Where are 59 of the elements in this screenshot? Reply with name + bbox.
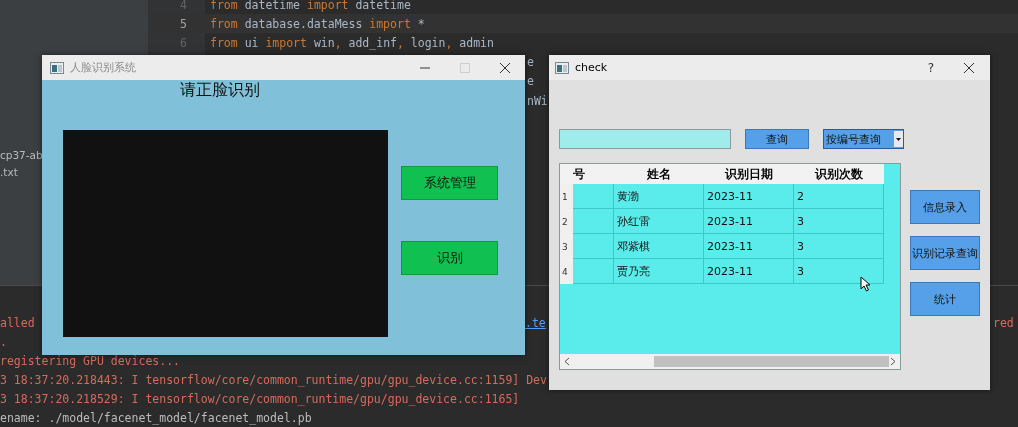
row-number: 3	[560, 234, 573, 259]
mouse-cursor-icon	[860, 276, 871, 292]
console-error-text: registering GPU devices...	[0, 353, 180, 368]
row-number: 2	[560, 209, 573, 234]
table-cell: 贾乃亮	[614, 259, 704, 284]
table-cell: 邓紫棋	[614, 234, 704, 259]
project-file-item[interactable]: cp37-ab	[0, 147, 43, 164]
console-error-text: 3 18:37:20.218443: I tensorflow/core/common_runtime/gpu/gpu_device.cc:1159] Dev	[0, 372, 547, 387]
console-error-text: alled	[0, 315, 35, 330]
window-title: check	[575, 61, 608, 74]
project-file-item[interactable]: .txt	[0, 164, 18, 181]
action-button[interactable]: 系统管理	[401, 166, 498, 200]
filter-dropdown[interactable]: 按编号查询	[823, 129, 904, 149]
search-field[interactable]	[559, 129, 731, 149]
console-text: ename: ./model/facenet_model/facenet_model.pb	[0, 410, 312, 425]
app-icon	[50, 61, 64, 74]
console-link[interactable]: .te	[525, 315, 546, 330]
table-cell: 2023-11	[704, 259, 794, 284]
action-button[interactable]: 识别	[401, 241, 498, 275]
action-button[interactable]: 识别记录查询	[910, 236, 980, 270]
table-cell: 2023-11	[704, 184, 794, 209]
code-line: from datetime import datetime	[209, 0, 411, 12]
table-cell: 孙红雷	[614, 209, 704, 234]
window-title: 人脸识别系统	[70, 60, 136, 75]
action-button[interactable]: 统计	[910, 282, 980, 316]
code-line: from ui import win, add_inf, login, admin	[209, 35, 494, 50]
table-cell	[573, 209, 614, 234]
table-cell: 2	[794, 184, 884, 209]
console-error-text: 3 18:37:20.218529: I tensorflow/core/common_runtime/gpu/gpu_device.cc:1165]	[0, 391, 520, 406]
row-number: 1	[560, 184, 573, 209]
prompt-heading: 请正脸识别	[180, 82, 260, 98]
maximize-icon	[460, 62, 470, 73]
table-cell: 3	[794, 209, 884, 234]
table-cell: 2023-11	[704, 234, 794, 259]
column-header[interactable]: 识别次数	[794, 164, 884, 184]
column-header[interactable]: 号	[573, 164, 614, 184]
code-fragment: nWi	[527, 93, 548, 108]
table-cell: 3	[794, 234, 884, 259]
table-cell	[573, 184, 614, 209]
help-button[interactable]: ?	[912, 55, 950, 80]
table-cell	[573, 234, 614, 259]
code-fragment: e	[527, 74, 534, 89]
close-icon	[964, 62, 974, 73]
table-cell: 2023-11	[704, 209, 794, 234]
console-error-text: red	[993, 315, 1014, 330]
code-fragment: e	[527, 55, 534, 70]
line-number: 5	[180, 16, 188, 31]
console-error-text: .	[0, 334, 7, 349]
horizontal-scrollbar[interactable]	[560, 354, 900, 369]
row-number: 4	[560, 259, 573, 284]
column-header[interactable]: 识别日期	[704, 164, 794, 184]
app-icon	[555, 61, 569, 74]
code-line: from database.dataMess import *	[209, 16, 425, 31]
search-button[interactable]: 查询	[745, 129, 809, 149]
table-cell	[573, 259, 614, 284]
table-cell: 黄渤	[614, 184, 704, 209]
action-button[interactable]: 信息录入	[910, 190, 980, 224]
column-header[interactable]: 姓名	[614, 164, 704, 184]
close-icon	[500, 62, 510, 73]
